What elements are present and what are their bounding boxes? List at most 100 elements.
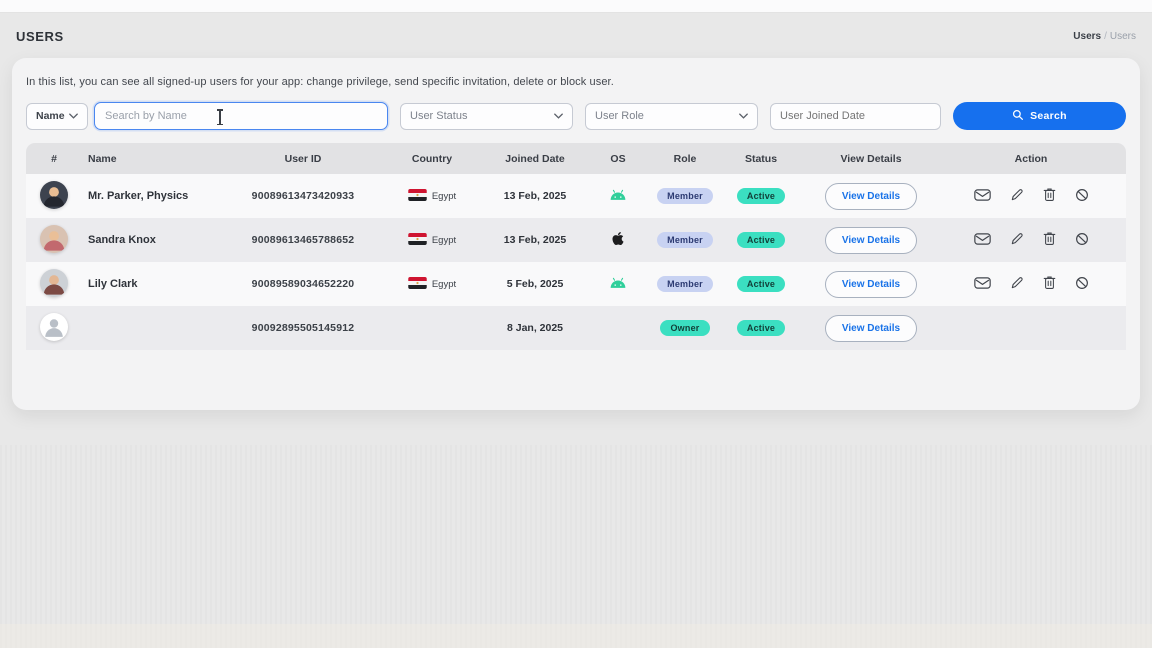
user-avatar bbox=[40, 225, 68, 256]
cell-joined-date: 13 Feb, 2025 bbox=[488, 234, 582, 246]
view-details-button[interactable]: View Details bbox=[825, 183, 917, 210]
cell-avatar bbox=[26, 269, 82, 300]
cell-os bbox=[582, 277, 654, 292]
cell-name: Lily Clark bbox=[82, 278, 230, 290]
card-description: In this list, you can see all signed-up … bbox=[26, 76, 1126, 88]
users-card: In this list, you can see all signed-up … bbox=[12, 58, 1140, 410]
column-header-status: Status bbox=[716, 153, 806, 165]
mail-action-button[interactable] bbox=[972, 273, 993, 295]
column-header-joined-date: Joined Date bbox=[488, 153, 582, 165]
column-header-action: Action bbox=[936, 153, 1126, 165]
status-badge: Active bbox=[737, 188, 785, 204]
user-status-select[interactable]: User Status bbox=[400, 103, 573, 130]
cell-view-details: View Details bbox=[806, 271, 936, 298]
egypt-flag-icon bbox=[408, 189, 427, 204]
trash-icon bbox=[1043, 231, 1056, 249]
page-title: USERS bbox=[16, 29, 64, 44]
android-icon bbox=[609, 277, 627, 292]
cell-name: Mr. Parker, Physics bbox=[82, 190, 230, 202]
cell-view-details: View Details bbox=[806, 315, 936, 342]
cell-avatar bbox=[26, 181, 82, 212]
role-badge: Member bbox=[657, 188, 713, 204]
cell-user-id: 90092895505145912 bbox=[230, 322, 376, 334]
trash-action-button[interactable] bbox=[1041, 229, 1058, 251]
user-role-select[interactable]: User Role bbox=[585, 103, 758, 130]
cell-view-details: View Details bbox=[806, 227, 936, 254]
user-avatar bbox=[40, 181, 68, 212]
edit-action-button[interactable] bbox=[1008, 229, 1026, 251]
block-icon bbox=[1075, 188, 1089, 205]
trash-action-button[interactable] bbox=[1041, 185, 1058, 207]
cell-name: Sandra Knox bbox=[82, 234, 230, 246]
edit-action-button[interactable] bbox=[1008, 185, 1026, 207]
users-table: #NameUser IDCountryJoined DateOSRoleStat… bbox=[26, 143, 1126, 350]
edit-action-button[interactable] bbox=[1008, 273, 1026, 295]
table-body: Mr. Parker, Physics90089613473420933 Egyp… bbox=[26, 174, 1126, 350]
cell-joined-date: 13 Feb, 2025 bbox=[488, 190, 582, 202]
block-action-button[interactable] bbox=[1073, 273, 1091, 295]
search-by-name-input[interactable] bbox=[95, 110, 387, 122]
cell-user-id: 90089613465788652 bbox=[230, 234, 376, 246]
country-label: Egypt bbox=[432, 279, 456, 290]
breadcrumb: Users/Users bbox=[1073, 31, 1136, 42]
cell-os bbox=[582, 231, 654, 249]
edit-icon bbox=[1010, 232, 1024, 249]
mail-action-button[interactable] bbox=[972, 229, 993, 251]
column-header-name: Name bbox=[82, 153, 230, 165]
cell-actions bbox=[936, 229, 1126, 251]
android-icon bbox=[609, 189, 627, 204]
cell-view-details: View Details bbox=[806, 183, 936, 210]
view-details-button[interactable]: View Details bbox=[825, 227, 917, 254]
search-field-selector[interactable]: Name bbox=[26, 103, 88, 130]
cell-role: Member bbox=[654, 188, 716, 204]
user-joined-date-field bbox=[770, 103, 941, 130]
cell-role: Owner bbox=[654, 320, 716, 336]
trash-action-button[interactable] bbox=[1041, 273, 1058, 295]
cell-user-id: 90089613473420933 bbox=[230, 190, 376, 202]
cell-status: Active bbox=[716, 320, 806, 336]
user-status-select-placeholder: User Status bbox=[410, 110, 467, 122]
table-row: 90092895505145912 8 Jan, 2025 Owner Active V… bbox=[26, 306, 1126, 350]
cell-status: Active bbox=[716, 188, 806, 204]
search-button-label: Search bbox=[1030, 110, 1067, 122]
table-header-row: #NameUser IDCountryJoined DateOSRoleStat… bbox=[26, 143, 1126, 174]
user-role-select-placeholder: User Role bbox=[595, 110, 644, 122]
role-badge: Owner bbox=[660, 320, 709, 336]
filter-bar: Name User Status User Role bbox=[26, 102, 1126, 130]
edit-icon bbox=[1010, 276, 1024, 293]
mail-action-button[interactable] bbox=[972, 185, 993, 207]
block-icon bbox=[1075, 232, 1089, 249]
country-label: Egypt bbox=[432, 235, 456, 246]
apple-icon bbox=[612, 231, 624, 249]
breadcrumb-separator: / bbox=[1104, 31, 1107, 42]
column-header-view-details: View Details bbox=[806, 153, 936, 165]
country-label: Egypt bbox=[432, 191, 456, 202]
view-details-button[interactable]: View Details bbox=[825, 315, 917, 342]
block-action-button[interactable] bbox=[1073, 185, 1091, 207]
cell-user-id: 90089589034652220 bbox=[230, 278, 376, 290]
trash-icon bbox=[1043, 275, 1056, 293]
cell-joined-date: 5 Feb, 2025 bbox=[488, 278, 582, 290]
mail-icon bbox=[974, 232, 991, 249]
search-field-selector-value: Name bbox=[36, 110, 65, 122]
user-avatar bbox=[40, 269, 68, 300]
cell-os bbox=[582, 189, 654, 204]
breadcrumb-root[interactable]: Users bbox=[1073, 31, 1101, 42]
search-button[interactable]: Search bbox=[953, 102, 1126, 130]
breadcrumb-current: Users bbox=[1110, 31, 1136, 42]
mail-icon bbox=[974, 276, 991, 293]
cell-avatar bbox=[26, 313, 82, 344]
egypt-flag-icon bbox=[408, 277, 427, 292]
user-joined-date-input[interactable] bbox=[780, 110, 931, 122]
view-details-button[interactable]: View Details bbox=[825, 271, 917, 298]
mail-icon bbox=[974, 188, 991, 205]
block-action-button[interactable] bbox=[1073, 229, 1091, 251]
cell-country: Egypt bbox=[376, 189, 488, 204]
cell-joined-date: 8 Jan, 2025 bbox=[488, 322, 582, 334]
edit-icon bbox=[1010, 188, 1024, 205]
cell-actions bbox=[936, 185, 1126, 207]
cell-status: Active bbox=[716, 276, 806, 292]
text-cursor-ibeam bbox=[219, 110, 221, 124]
column-header-num: # bbox=[26, 153, 82, 165]
status-badge: Active bbox=[737, 276, 785, 292]
